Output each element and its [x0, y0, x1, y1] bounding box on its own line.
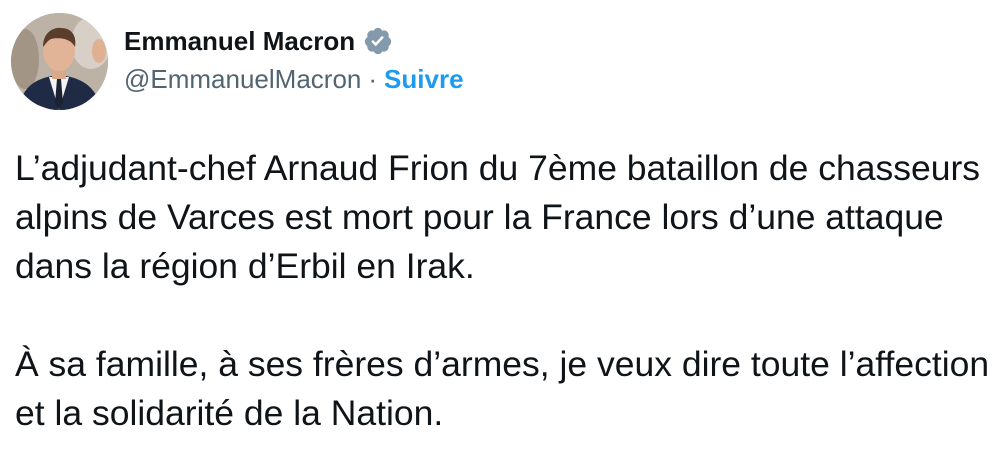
author-info: Emmanuel Macron @EmmanuelMacron · Suivre — [124, 23, 464, 97]
follow-button[interactable]: Suivre — [384, 64, 464, 95]
handle-row: @EmmanuelMacron · Suivre — [124, 61, 464, 97]
tweet-text: L’adjudant-chef Arnaud Frion du 7ème bat… — [15, 144, 995, 438]
name-row: Emmanuel Macron — [124, 23, 464, 59]
separator-dot: · — [368, 63, 378, 94]
author-handle[interactable]: @EmmanuelMacron — [124, 64, 361, 95]
tweet-card: Emmanuel Macron @EmmanuelMacron · Suivre… — [0, 0, 1007, 468]
tweet-paragraph: À sa famille, à ses frères d’armes, je v… — [15, 344, 990, 433]
avatar[interactable] — [11, 13, 108, 110]
tweet-paragraph: L’adjudant-chef Arnaud Frion du 7ème bat… — [15, 148, 981, 286]
verified-badge-icon — [363, 26, 393, 56]
avatar-image — [11, 13, 108, 110]
tweet-header: Emmanuel Macron @EmmanuelMacron · Suivre — [11, 13, 464, 113]
author-display-name[interactable]: Emmanuel Macron — [124, 26, 355, 57]
